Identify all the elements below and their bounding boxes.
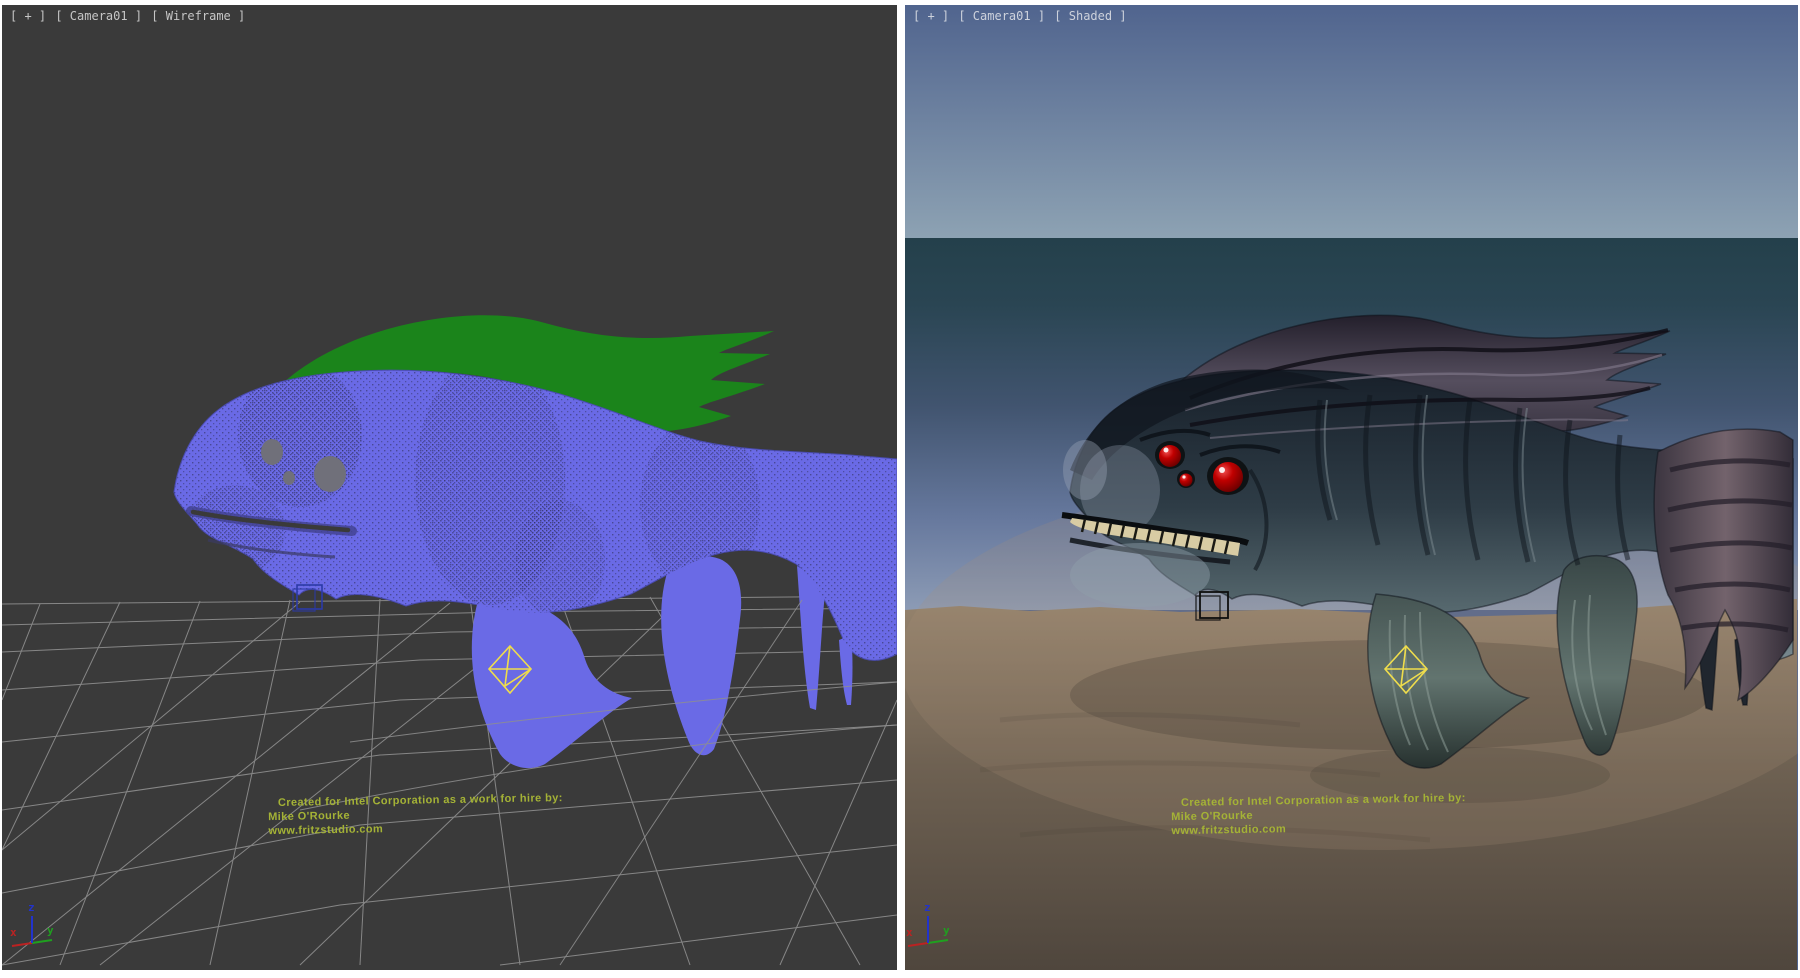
eye-spot <box>261 439 283 465</box>
fish-model-wireframe[interactable] <box>174 315 897 768</box>
red-eye <box>1213 462 1243 492</box>
axis-x-label: x <box>10 926 17 939</box>
viewport-shaded[interactable]: Created for Intel Corporation as a work … <box>905 5 1798 970</box>
max-viewport-area: [ + ] [ Camera01 ] [ Wireframe ] <box>0 0 1800 978</box>
red-eye <box>1180 474 1193 487</box>
shaded-scene[interactable]: Created for Intel Corporation as a work … <box>905 5 1798 970</box>
viewport-wireframe[interactable]: [ + ] [ Camera01 ] [ Wireframe ] <box>2 5 897 970</box>
svg-text:Mike O'Rourke: Mike O'Rourke <box>1171 810 1253 823</box>
eye-spot <box>314 456 346 492</box>
svg-text:www.fritzstudio.com: www.fritzstudio.com <box>1170 823 1286 837</box>
red-eye <box>1159 445 1181 467</box>
wireframe-scene[interactable]: Created for Intel Corporation as a work … <box>2 5 897 970</box>
viewport-label-left: [ + ] [ Camera01 ] [ Wireframe ] <box>10 9 247 23</box>
viewport-label-right: [ + ] [ Camera01 ] [ Shaded ] <box>913 9 1129 23</box>
axis-y-label: y <box>943 924 950 937</box>
axis-gizmo: x y z <box>10 901 54 946</box>
viewport-menu-button[interactable]: [ + ] <box>10 9 46 23</box>
shading-mode-label[interactable]: [ Wireframe ] <box>151 9 245 23</box>
snout-highlight <box>1063 440 1107 500</box>
ground-mesh[interactable] <box>2 596 897 965</box>
viewport-menu-button[interactable]: [ + ] <box>913 9 949 23</box>
eye-spot <box>283 471 295 485</box>
camera-label[interactable]: [ Camera01 ] <box>958 9 1045 23</box>
svg-text:www.fritzstudio.com: www.fritzstudio.com <box>267 823 383 837</box>
camera-label[interactable]: [ Camera01 ] <box>55 9 142 23</box>
rear-fin <box>661 556 741 756</box>
svg-text:Mike O'Rourke: Mike O'Rourke <box>268 810 350 823</box>
axis-z-label: z <box>28 901 35 914</box>
shading-mode-label[interactable]: [ Shaded ] <box>1054 9 1126 23</box>
axis-x-label: x <box>906 926 913 939</box>
sky <box>905 5 1798 238</box>
axis-z-label: z <box>924 901 931 914</box>
svg-text:Created for Intel Corporation: Created for Intel Corporation as a work … <box>278 792 563 809</box>
axis-y-label: y <box>47 924 54 937</box>
attribution-text: Created for Intel Corporation as a work … <box>267 792 563 837</box>
chin-highlight <box>1070 543 1210 607</box>
